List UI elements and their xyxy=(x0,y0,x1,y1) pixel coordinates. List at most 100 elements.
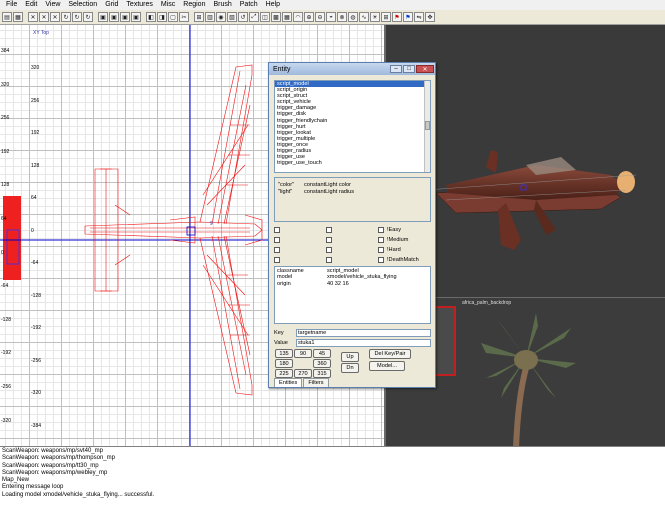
red-flag-icon[interactable]: ⚑ xyxy=(392,12,402,22)
angle-135-button[interactable]: 135 xyxy=(275,349,293,358)
spawnflag-checkbox[interactable] xyxy=(326,227,335,233)
entity-titlebar[interactable]: Entity – □ ✕ xyxy=(269,63,435,75)
flip-z-icon[interactable]: ✕ xyxy=(50,12,60,22)
camera-icon[interactable]: ◉ xyxy=(216,12,226,22)
menu-region[interactable]: Region xyxy=(179,0,209,10)
menu-selection[interactable]: Selection xyxy=(64,0,101,10)
spawnflag-checkbox[interactable]: !Easy xyxy=(378,227,401,233)
angle-360-button[interactable]: 360 xyxy=(313,359,331,368)
select-complete-icon[interactable]: ▣ xyxy=(98,12,108,22)
console-output[interactable]: ScanWeapon: weapons/mp/svt40_mp ScanWeap… xyxy=(0,446,665,506)
smooth-icon[interactable]: ∿ xyxy=(359,12,369,22)
key-input[interactable]: targetname xyxy=(296,328,431,337)
checkbox-box[interactable] xyxy=(274,257,280,263)
scrollbar-thumb[interactable] xyxy=(425,121,430,130)
menu-view[interactable]: View xyxy=(41,0,64,10)
grid-snap-icon[interactable]: ⊞ xyxy=(381,12,391,22)
spawnflag-checkbox[interactable] xyxy=(326,257,335,263)
spawnflag-checkbox[interactable]: !DeathMatch xyxy=(378,257,419,263)
spawnflag-checkbox[interactable]: !Hard xyxy=(378,247,401,253)
checkbox-box[interactable] xyxy=(378,227,384,233)
spawnflag-checkbox[interactable] xyxy=(274,257,283,263)
select-partial-icon[interactable]: ▣ xyxy=(120,12,130,22)
menu-brush[interactable]: Brush xyxy=(209,0,235,10)
patch-insert-icon[interactable]: ⊕ xyxy=(304,12,314,22)
up-button[interactable]: Up xyxy=(341,352,359,362)
free-rotation-icon[interactable]: ↺ xyxy=(238,12,248,22)
patch-cap-icon[interactable]: ◒ xyxy=(326,12,336,22)
texture-view-icon[interactable]: ▥ xyxy=(205,12,215,22)
angle-225-button[interactable]: 225 xyxy=(275,369,293,378)
angle-90-button[interactable]: 90 xyxy=(294,349,312,358)
flip-x-icon[interactable]: ✕ xyxy=(28,12,38,22)
rotate-y-icon[interactable]: ↻ xyxy=(72,12,82,22)
spawnflag-checkbox[interactable] xyxy=(274,237,283,243)
checkbox-box[interactable] xyxy=(326,257,332,263)
angle-180-button[interactable]: 180 xyxy=(275,359,293,368)
spawnflag-checkbox[interactable] xyxy=(326,237,335,243)
select-touching-icon[interactable]: ▣ xyxy=(109,12,119,22)
clipper-icon[interactable]: ✂ xyxy=(179,12,189,22)
patch-weld-icon[interactable]: ⊗ xyxy=(337,12,347,22)
value-input[interactable]: stuka1 xyxy=(296,338,431,347)
checkbox-box[interactable] xyxy=(326,237,332,243)
patch-icon[interactable]: ▦ xyxy=(282,12,292,22)
show-patches-icon[interactable]: ◫ xyxy=(260,12,270,22)
csg-merge-icon[interactable]: ◨ xyxy=(157,12,167,22)
tab-entities[interactable]: Entities xyxy=(274,378,303,387)
spawnflag-checkbox[interactable] xyxy=(274,227,283,233)
entity-class-list[interactable]: script_model script_origin script_struct sc… xyxy=(274,80,431,173)
menu-edit[interactable]: Edit xyxy=(21,0,41,10)
hollow-icon[interactable]: ▢ xyxy=(168,12,178,22)
dn-button[interactable]: Dn xyxy=(341,363,359,373)
checkbox-box[interactable] xyxy=(274,247,280,253)
checkbox-box[interactable] xyxy=(378,257,384,263)
menu-file[interactable]: File xyxy=(2,0,21,10)
menu-textures[interactable]: Textures xyxy=(122,0,156,10)
rotate-z-icon[interactable]: ↻ xyxy=(83,12,93,22)
class-list-scrollbar[interactable] xyxy=(424,81,430,172)
spawnflag-checkbox[interactable] xyxy=(274,247,283,253)
menu-grid[interactable]: Grid xyxy=(101,0,122,10)
angle-270-button[interactable]: 270 xyxy=(294,369,312,378)
maximize-button[interactable]: □ xyxy=(403,65,415,73)
checkbox-box[interactable] xyxy=(326,227,332,233)
checkbox-box[interactable] xyxy=(378,237,384,243)
lightmaps-icon[interactable]: ☀ xyxy=(370,12,380,22)
blue-flag-icon[interactable]: ⚑ xyxy=(403,12,413,22)
flip-y-icon[interactable]: ✕ xyxy=(39,12,49,22)
checkbox-box[interactable] xyxy=(378,247,384,253)
checkbox-box[interactable] xyxy=(274,227,280,233)
spawnflag-checkbox[interactable] xyxy=(326,247,335,253)
model-button[interactable]: Model... xyxy=(369,361,405,371)
cubic-clip-icon[interactable]: ▩ xyxy=(271,12,281,22)
open-icon[interactable]: ▤ xyxy=(2,12,12,22)
spawnflag-checkbox[interactable]: !Medium xyxy=(378,237,408,243)
menu-patch[interactable]: Patch xyxy=(236,0,262,10)
free-scaling-icon[interactable]: ⤢ xyxy=(249,12,259,22)
patch-delete-icon[interactable]: ⊖ xyxy=(315,12,325,22)
entity-view-icon[interactable]: ▧ xyxy=(227,12,237,22)
select-inside-icon[interactable]: ▣ xyxy=(131,12,141,22)
menu-misc[interactable]: Misc xyxy=(157,0,179,10)
mirror-icon[interactable]: ⇋ xyxy=(414,12,424,22)
checkbox-box[interactable] xyxy=(274,237,280,243)
keyvalue-row[interactable]: origin 40 32 16 xyxy=(277,281,428,287)
menu-help[interactable]: Help xyxy=(262,0,284,10)
csg-subtract-icon[interactable]: ◧ xyxy=(146,12,156,22)
checkbox-box[interactable] xyxy=(326,247,332,253)
keyvalue-list[interactable]: classname script_model model xmodel/vehi… xyxy=(274,266,431,324)
angle-315-button[interactable]: 315 xyxy=(313,369,331,378)
minimize-button[interactable]: – xyxy=(390,65,402,73)
close-button[interactable]: ✕ xyxy=(416,65,434,73)
pivot-icon[interactable]: ✥ xyxy=(425,12,435,22)
save-icon[interactable]: ▦ xyxy=(13,12,23,22)
class-list-item[interactable]: trigger_use_touch xyxy=(275,160,430,166)
patch-bend-icon[interactable]: ◠ xyxy=(293,12,303,22)
tab-filters[interactable]: Filters xyxy=(303,378,329,387)
rotate-x-icon[interactable]: ↻ xyxy=(61,12,71,22)
delete-keypair-button[interactable]: Del Key/Pair xyxy=(369,349,411,359)
change-views-icon[interactable]: ⊞ xyxy=(194,12,204,22)
patch-drill-icon[interactable]: ◍ xyxy=(348,12,358,22)
angle-45-button[interactable]: 45 xyxy=(313,349,331,358)
